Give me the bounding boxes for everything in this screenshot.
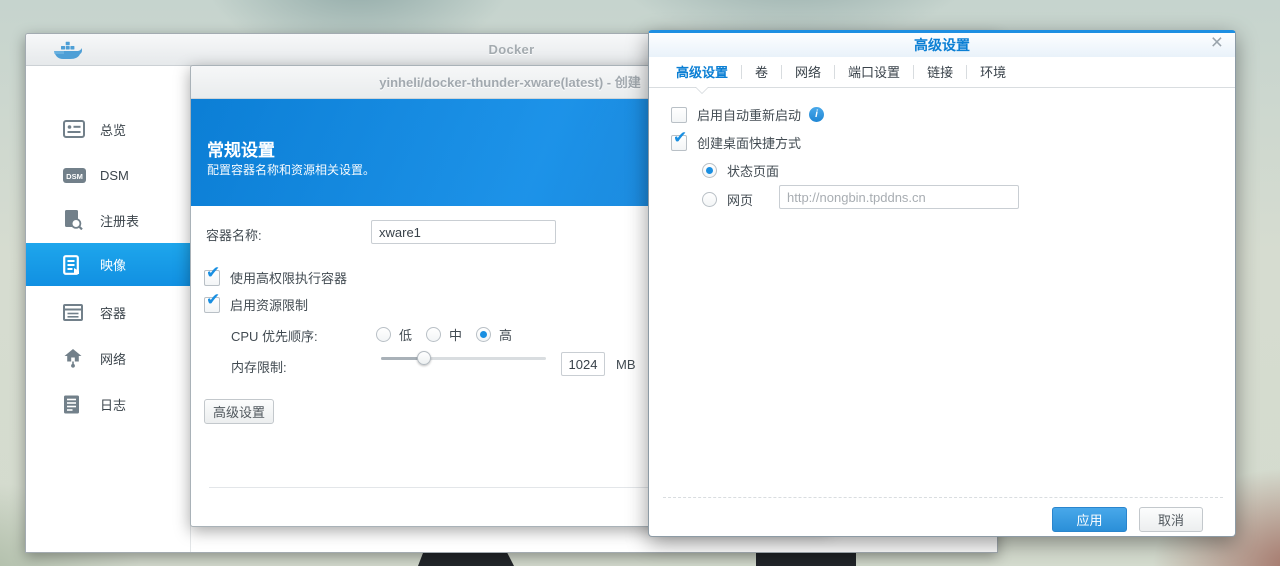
advanced-dialog-titlebar[interactable]: 高级设置 × [649,31,1235,57]
auto-restart-checkbox[interactable] [671,106,687,123]
advanced-dialog-title: 高级设置 [914,37,970,53]
tab-port-settings[interactable]: 端口设置 [835,58,913,87]
tab-network[interactable]: 网络 [782,58,834,87]
memory-slider [381,351,546,366]
cpu-low-radio[interactable] [376,327,391,342]
tab-advanced-settings[interactable]: 高级设置 [663,58,741,94]
advanced-dialog-tabbar: 高级设置 卷 网络 端口设置 链接 环境 [649,57,1235,94]
section-subtitle: 配置容器名称和资源相关设置。 [207,163,376,177]
slider-handle[interactable] [417,351,431,365]
close-icon[interactable]: × [1211,31,1223,55]
sidebar-item-label: 注册表 [100,213,140,229]
cpu-low-label: 低 [399,328,413,343]
cpu-priority-label: CPU 优先顺序: [231,329,318,344]
tab-label: 链接 [927,64,954,80]
tab-links[interactable]: 链接 [914,58,966,87]
sidebar-item-image[interactable]: 映像 [26,243,191,286]
status-page-radio[interactable] [702,163,717,178]
svg-text:DSM: DSM [66,172,83,181]
sidebar-item-label: 网络 [100,351,127,367]
network-icon [63,348,87,368]
resource-limit-checkbox-label: 启用资源限制 [230,298,309,313]
docker-whale-logo [52,40,82,64]
cpu-high-label: 高 [499,328,513,343]
advanced-settings-button[interactable]: 高级设置 [204,399,274,424]
sidebar-item-overview[interactable]: 总览 [26,115,191,143]
cpu-priority-radio-group: 低 中 高 [376,325,526,344]
dsm-icon: DSM [63,165,87,185]
container-icon [63,302,87,322]
resource-limit-row: 启用资源限制 [204,290,309,314]
tab-volume[interactable]: 卷 [742,58,781,87]
web-page-label: 网页 [727,193,754,208]
shortcut-checkbox[interactable] [671,128,687,151]
cpu-high-radio[interactable] [476,327,492,342]
tab-label: 网络 [795,64,822,80]
info-icon[interactable]: i [809,107,825,122]
tab-environment[interactable]: 环境 [967,58,1019,87]
privileged-checkbox-label: 使用高权限执行容器 [230,271,348,286]
sidebar-item-dsm[interactable]: DSM DSM [26,161,191,189]
sidebar-item-label: 日志 [100,397,127,413]
tab-label: 高级设置 [676,64,729,80]
sidebar-item-log[interactable]: 日志 [26,390,191,418]
tab-label: 端口设置 [848,64,901,80]
container-name-label: 容器名称: [206,228,262,243]
cancel-button[interactable]: 取消 [1139,507,1203,532]
image-icon [63,254,87,275]
container-name-input[interactable] [371,220,556,244]
cpu-medium-label: 中 [449,328,463,343]
sidebar-item-label: DSM [100,167,129,183]
cpu-medium-radio[interactable] [426,327,442,342]
tab-label: 环境 [980,64,1007,80]
overview-icon [63,119,87,139]
status-page-label: 状态页面 [727,164,780,179]
privileged-checkbox[interactable] [204,263,220,286]
web-page-radio[interactable] [702,192,717,207]
sidebar-item-label: 容器 [100,305,127,321]
sidebar-item-label: 映像 [100,258,127,273]
web-page-row: 网页 [702,190,753,209]
docker-sidebar: 总览 DSM DSM 注册表 映像 容器 网络 日志 [26,66,191,552]
footer-divider [663,497,1223,498]
status-page-row: 状态页面 [702,161,779,180]
privileged-row: 使用高权限执行容器 [204,263,348,287]
advanced-settings-dialog: 高级设置 × 高级设置 卷 网络 端口设置 链接 环境 启用自动重新启动 i 创… [648,30,1236,537]
apply-button[interactable]: 应用 [1052,507,1127,532]
sidebar-item-network[interactable]: 网络 [26,344,191,372]
web-url-input[interactable] [779,185,1019,209]
resource-limit-checkbox[interactable] [204,290,220,313]
shortcut-label: 创建桌面快捷方式 [697,136,802,151]
log-icon [63,394,87,414]
auto-restart-label: 启用自动重新启动 [697,108,802,123]
auto-restart-row: 启用自动重新启动 i [671,105,825,124]
sidebar-item-label: 总览 [100,122,127,138]
memory-limit-label: 内存限制: [231,360,287,375]
memory-value-input[interactable] [561,352,605,376]
registry-icon [63,210,87,230]
memory-unit-label: MB [616,357,636,372]
section-title: 常规设置 [207,141,275,160]
sidebar-item-registry[interactable]: 注册表 [26,206,191,234]
tab-label: 卷 [755,64,769,80]
shortcut-row: 创建桌面快捷方式 [671,128,802,152]
sidebar-item-container[interactable]: 容器 [26,298,191,326]
